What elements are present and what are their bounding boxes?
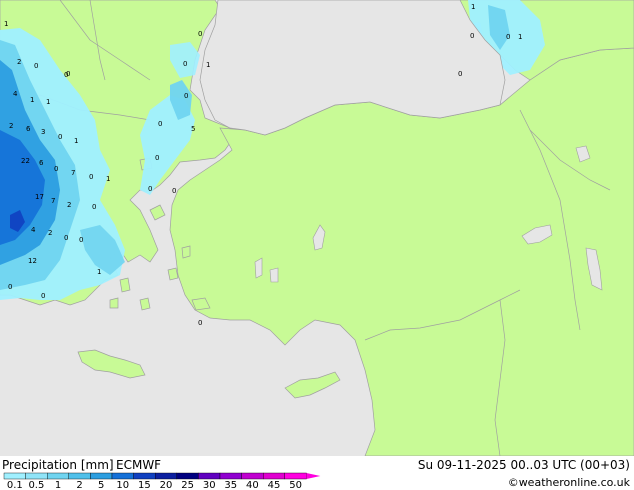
value-label: 0 bbox=[184, 92, 188, 100]
credit-text: ©weatheronline.co.uk bbox=[508, 476, 631, 489]
scale-tick-label: 0.1 bbox=[7, 480, 23, 490]
aegean-island-6 bbox=[119, 277, 131, 293]
value-label: 1 bbox=[471, 3, 475, 11]
value-label: 0 bbox=[506, 33, 510, 41]
scale-tick-label: 10 bbox=[116, 480, 129, 490]
value-label: 0 bbox=[158, 120, 162, 128]
scale-tick-label: 1 bbox=[55, 480, 61, 490]
weather-map-view: 1 2 0 0 4 1 1 2 6 3 0 1 22 6 17 0 7 4 2 7 2 0 12 0 0 0 1 0 0 1 0 0 0 0 1 5 0… bbox=[0, 0, 634, 490]
crete-island bbox=[77, 349, 146, 379]
value-label: 0 bbox=[172, 187, 176, 195]
value-label: 0 bbox=[58, 133, 62, 141]
value-label: 5 bbox=[191, 125, 195, 133]
value-label: 1 bbox=[46, 98, 50, 106]
value-label: 0 bbox=[198, 319, 202, 327]
scale-swatch bbox=[68, 472, 91, 480]
scale-tick-label: 50 bbox=[289, 480, 302, 490]
value-label: 0 bbox=[64, 71, 68, 79]
value-label: 7 bbox=[51, 197, 55, 205]
scale-swatch bbox=[198, 472, 221, 480]
scale-tick-label: 30 bbox=[203, 480, 216, 490]
value-label: 0 bbox=[89, 173, 93, 181]
value-label: 17 bbox=[35, 193, 44, 201]
aegean-island-1 bbox=[149, 204, 166, 221]
lake-beysehir bbox=[269, 267, 279, 283]
aegean-island-7 bbox=[139, 297, 151, 311]
scale-tick-label: 35 bbox=[224, 480, 237, 490]
scale-tick-label: 0.5 bbox=[28, 480, 44, 490]
legend-model: ECMWF bbox=[116, 458, 161, 472]
value-label: 0 bbox=[458, 70, 462, 78]
scale-swatch bbox=[219, 472, 242, 480]
value-label: 0 bbox=[34, 62, 38, 70]
scale-swatch bbox=[176, 472, 199, 480]
value-label: 22 bbox=[21, 157, 30, 165]
value-label: 0 bbox=[79, 236, 83, 244]
aegean-island-4 bbox=[167, 267, 179, 281]
value-label: 1 bbox=[518, 33, 522, 41]
scale-swatch bbox=[47, 472, 70, 480]
legend-title: Precipitation [mm] bbox=[2, 458, 114, 472]
value-label: 1 bbox=[30, 96, 34, 104]
value-label: 3 bbox=[41, 128, 45, 136]
value-label: 7 bbox=[71, 169, 75, 177]
scale-swatch bbox=[90, 472, 113, 480]
value-label: 0 bbox=[64, 234, 68, 242]
value-label: 1 bbox=[97, 268, 101, 276]
scale-swatch bbox=[263, 472, 286, 480]
value-label: 0 bbox=[41, 292, 45, 300]
value-label: 0 bbox=[155, 154, 159, 162]
value-label: 0 bbox=[54, 165, 58, 173]
value-label: 2 bbox=[9, 122, 13, 130]
scale-tick-label: 2 bbox=[76, 480, 82, 490]
value-label: 1 bbox=[4, 20, 8, 28]
value-label: 2 bbox=[48, 229, 52, 237]
scale-arrow bbox=[306, 473, 321, 479]
value-label: 1 bbox=[106, 175, 110, 183]
aegean-island-3 bbox=[181, 245, 191, 259]
aegean-island-8 bbox=[109, 297, 119, 309]
scale-tick-label: 45 bbox=[268, 480, 281, 490]
scale-tick-label: 5 bbox=[98, 480, 104, 490]
value-label: 4 bbox=[13, 90, 18, 98]
value-label: 0 bbox=[470, 32, 474, 40]
legend-datetime: Su 09-11-2025 00..03 UTC (00+03) bbox=[418, 458, 630, 472]
value-label: 0 bbox=[148, 185, 152, 193]
scale-tick-label: 20 bbox=[160, 480, 173, 490]
value-label: 4 bbox=[31, 226, 36, 234]
value-label: 0 bbox=[8, 283, 12, 291]
value-label: 6 bbox=[39, 159, 44, 167]
scale-swatch bbox=[133, 472, 156, 480]
scale-swatch bbox=[154, 472, 177, 480]
value-label: 12 bbox=[28, 257, 37, 265]
value-label: 1 bbox=[74, 137, 78, 145]
scale-tick-label: 40 bbox=[246, 480, 259, 490]
scale-swatch bbox=[241, 472, 264, 480]
scale-ticks: 0.1 0.5 1 2 5 10 15 20 25 30 35 40 45 50 bbox=[7, 480, 302, 490]
value-label: 2 bbox=[17, 58, 21, 66]
value-label: 0 bbox=[198, 30, 202, 38]
value-label: 0 bbox=[183, 60, 187, 68]
precipitation-map: 12 0041 12 6 30 122 6170 74 27 2012000 10010000150… bbox=[0, 0, 634, 456]
scale-swatch bbox=[25, 472, 48, 480]
scale-tick-label: 25 bbox=[181, 480, 194, 490]
value-label: 1 bbox=[206, 61, 210, 69]
legend-bar: Precipitation [mm] ECMWF Su 09-11-2025 0… bbox=[0, 456, 634, 490]
scale-swatch bbox=[3, 472, 26, 480]
scale-swatch bbox=[111, 472, 134, 480]
cyprus-island bbox=[284, 371, 341, 399]
color-scale bbox=[3, 472, 321, 480]
value-label: 6 bbox=[26, 125, 31, 133]
value-label: 2 bbox=[67, 201, 71, 209]
scale-tick-label: 15 bbox=[138, 480, 151, 490]
scale-swatch bbox=[284, 472, 307, 480]
value-label: 0 bbox=[92, 203, 96, 211]
